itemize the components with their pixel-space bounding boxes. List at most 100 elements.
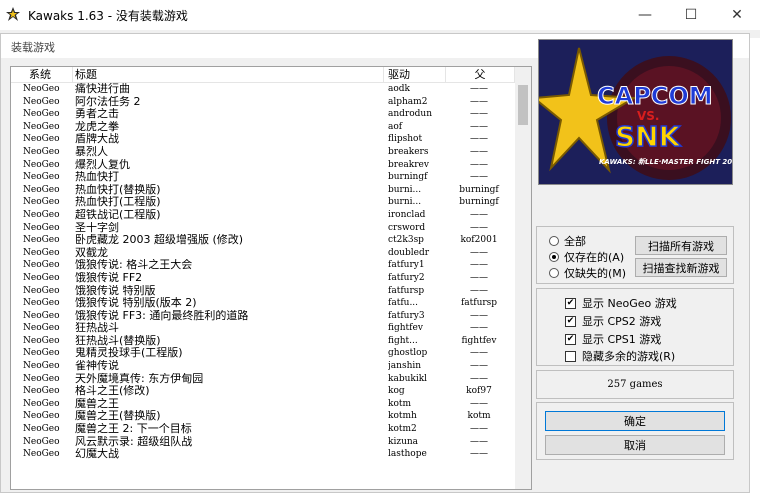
dialog-title: 装载游戏 bbox=[11, 41, 55, 54]
game-list-row[interactable]: NeoGeo 狂热战斗(替换版) fight... fightfev bbox=[11, 335, 515, 348]
column-header-driver[interactable]: 驱动 bbox=[384, 67, 446, 82]
game-preview-banner: CAPCOM VS. SNK KAWAKS: 新LLE·MASTER FIGHT… bbox=[538, 39, 733, 185]
game-list-row[interactable]: NeoGeo 痛快进行曲 aodk —— bbox=[11, 83, 515, 96]
cell-driver: fatfury3 bbox=[388, 310, 425, 321]
cell-system: NeoGeo bbox=[23, 159, 60, 170]
game-list-row[interactable]: NeoGeo 双截龙 doubledr —— bbox=[11, 247, 515, 260]
game-list-row[interactable]: NeoGeo 鬼精灵投球手(工程版) ghostlop —— bbox=[11, 347, 515, 360]
show-cps1-label: 显示 CPS1 游戏 bbox=[582, 333, 662, 346]
game-list-row[interactable]: NeoGeo 阿尔法任务 2 alpham2 —— bbox=[11, 96, 515, 109]
capcom-vs-snk-logo: CAPCOM VS. SNK KAWAKS: 新LLE·MASTER FIGHT… bbox=[539, 40, 732, 184]
cell-driver: aof bbox=[388, 121, 403, 132]
cell-system: NeoGeo bbox=[23, 209, 60, 220]
game-list-row[interactable]: NeoGeo 盾牌大战 flipshot —— bbox=[11, 133, 515, 146]
radio-available[interactable]: 仅存在的(A) bbox=[549, 249, 624, 265]
game-list-row[interactable]: NeoGeo 饿狼传说 FF2 fatfury2 —— bbox=[11, 272, 515, 285]
ok-button[interactable]: 确定 bbox=[545, 411, 725, 431]
cancel-button[interactable]: 取消 bbox=[545, 435, 725, 455]
title-bar: Kawaks 1.63 - 没有装载游戏 — ☐ ✕ bbox=[0, 0, 760, 30]
game-list-row[interactable]: NeoGeo 幻魔大战 lasthope —— bbox=[11, 448, 515, 461]
cell-driver: fatfury1 bbox=[388, 260, 425, 271]
show-cps1-box[interactable]: ✔ bbox=[565, 333, 576, 345]
cell-driver: lasthope bbox=[388, 449, 427, 460]
game-list-row[interactable]: NeoGeo 饿狼传说 特别版(版本 2) fatfu... fatfursp bbox=[11, 297, 515, 310]
minimize-button[interactable]: — bbox=[622, 0, 668, 30]
game-list-row[interactable]: NeoGeo 魔兽之王 2: 下一个目标 kotm2 —— bbox=[11, 423, 515, 436]
cell-driver: kabukikl bbox=[388, 373, 428, 384]
show-cps2-checkbox[interactable]: ✔ 显示 CPS2 游戏 bbox=[565, 313, 661, 329]
game-list-row[interactable]: NeoGeo 格斗之王(修改) kog kof97 bbox=[11, 385, 515, 398]
game-list-header: 系统 标题 驱动 父 bbox=[11, 67, 515, 83]
hide-clones-box[interactable] bbox=[565, 350, 576, 362]
cell-parent: —— bbox=[470, 134, 488, 145]
game-list-row[interactable]: NeoGeo 饿狼传说 特别版 fatfursp —— bbox=[11, 285, 515, 298]
cell-parent: kotm bbox=[467, 411, 491, 422]
maximize-button[interactable]: ☐ bbox=[668, 0, 714, 30]
game-list-row[interactable]: NeoGeo 龙虎之拳 aof —— bbox=[11, 121, 515, 134]
game-list-row[interactable]: NeoGeo 热血快打 burningf —— bbox=[11, 171, 515, 184]
cell-title: 饿狼传说 FF2 bbox=[75, 271, 143, 284]
cell-driver: burningf bbox=[388, 172, 428, 183]
game-list-row[interactable]: NeoGeo 勇者之击 androdun —— bbox=[11, 108, 515, 121]
cell-driver: kotm bbox=[388, 398, 412, 409]
radio-missing-dot[interactable] bbox=[549, 268, 559, 278]
cell-title: 暴烈人 bbox=[75, 145, 108, 158]
game-list-row[interactable]: NeoGeo 饿狼传说 FF3: 通向最终胜利的道路 fatfury3 —— bbox=[11, 310, 515, 323]
game-list-row[interactable]: NeoGeo 暴烈人 breakers —— bbox=[11, 146, 515, 159]
game-list-row[interactable]: NeoGeo 狂热战斗 fightfev —— bbox=[11, 322, 515, 335]
radio-missing[interactable]: 仅缺失的(M) bbox=[549, 265, 626, 281]
show-cps2-label: 显示 CPS2 游戏 bbox=[582, 315, 662, 328]
cell-title: 勇者之击 bbox=[75, 108, 119, 121]
close-button[interactable]: ✕ bbox=[714, 0, 760, 30]
game-list-row[interactable]: NeoGeo 魔兽之王(替换版) kotmh kotm bbox=[11, 410, 515, 423]
game-list-row[interactable]: NeoGeo 卧虎藏龙 2003 超级增强版 (修改) ct2k3sp kof2001 bbox=[11, 234, 515, 247]
game-list-row[interactable]: NeoGeo 风云默示录: 超级组队战 kizuna —— bbox=[11, 436, 515, 449]
game-list-row[interactable]: NeoGeo 魔兽之王 kotm —— bbox=[11, 398, 515, 411]
cell-title: 魔兽之王(替换版) bbox=[75, 410, 161, 423]
game-list-row[interactable]: NeoGeo 爆烈人复仇 breakrev —— bbox=[11, 159, 515, 172]
show-neogeo-box[interactable]: ✔ bbox=[565, 297, 576, 309]
display-options-group: ✔ 显示 NeoGeo 游戏 ✔ 显示 CPS2 游戏 ✔ 显示 CPS1 游戏… bbox=[536, 288, 734, 366]
cell-parent: —— bbox=[470, 348, 488, 359]
radio-all-dot[interactable] bbox=[549, 236, 559, 246]
list-vertical-scrollbar[interactable] bbox=[515, 67, 531, 489]
cell-system: NeoGeo bbox=[23, 335, 60, 346]
scrollbar-thumb[interactable] bbox=[518, 85, 528, 125]
cell-title: 圣十字剑 bbox=[75, 221, 119, 234]
action-group: 确定 取消 bbox=[536, 402, 734, 460]
show-cps2-box[interactable]: ✔ bbox=[565, 315, 576, 327]
cell-system: NeoGeo bbox=[23, 361, 60, 372]
scan-all-games-button[interactable]: 扫描所有游戏 bbox=[635, 236, 727, 255]
scan-new-games-button[interactable]: 扫描查找新游戏 bbox=[635, 258, 727, 277]
cell-title: 雀神传说 bbox=[75, 360, 119, 373]
cell-parent: —— bbox=[470, 222, 488, 233]
radio-available-dot[interactable] bbox=[549, 252, 559, 262]
cell-title: 饿狼传说 特别版(版本 2) bbox=[75, 297, 197, 310]
column-header-parent[interactable]: 父 bbox=[446, 67, 515, 82]
game-list-row[interactable]: NeoGeo 超铁战记(工程版) ironclad —— bbox=[11, 209, 515, 222]
game-list-row[interactable]: NeoGeo 雀神传说 janshin —— bbox=[11, 360, 515, 373]
column-header-title[interactable]: 标题 bbox=[73, 67, 384, 82]
cell-driver: fightfev bbox=[388, 323, 423, 334]
game-list-row[interactable]: NeoGeo 热血快打(替换版) burni... burningf bbox=[11, 184, 515, 197]
cell-title: 痛快进行曲 bbox=[75, 83, 130, 95]
cell-system: NeoGeo bbox=[23, 285, 60, 296]
game-list-row[interactable]: NeoGeo 饿狼传说: 格斗之王大会 fatfury1 —— bbox=[11, 259, 515, 272]
cell-system: NeoGeo bbox=[23, 398, 60, 409]
show-neogeo-checkbox[interactable]: ✔ 显示 NeoGeo 游戏 bbox=[565, 295, 677, 311]
cell-system: NeoGeo bbox=[23, 449, 60, 460]
cell-system: NeoGeo bbox=[23, 272, 60, 283]
game-count-display: 257 games bbox=[536, 370, 734, 399]
radio-all[interactable]: 全部 bbox=[549, 233, 586, 249]
column-header-system[interactable]: 系统 bbox=[11, 67, 73, 82]
cell-system: NeoGeo bbox=[23, 348, 60, 359]
hide-clones-checkbox[interactable]: 隐藏多余的游戏(R) bbox=[565, 348, 675, 364]
cell-system: NeoGeo bbox=[23, 96, 60, 107]
show-cps1-checkbox[interactable]: ✔ 显示 CPS1 游戏 bbox=[565, 331, 661, 347]
game-list-row[interactable]: NeoGeo 天外魔境真传: 东方伊甸园 kabukikl —— bbox=[11, 373, 515, 386]
cell-system: NeoGeo bbox=[23, 436, 60, 447]
game-list[interactable]: 系统 标题 驱动 父 NeoGeo 痛快进行曲 aodk —— NeoGeo 阿尔法任务 … bbox=[10, 66, 532, 490]
game-list-row[interactable]: NeoGeo 圣十字剑 crsword —— bbox=[11, 222, 515, 235]
cell-title: 饿狼传说 FF3: 通向最终胜利的道路 bbox=[75, 309, 249, 322]
game-list-row[interactable]: NeoGeo 热血快打(工程版) burni... burningf bbox=[11, 196, 515, 209]
